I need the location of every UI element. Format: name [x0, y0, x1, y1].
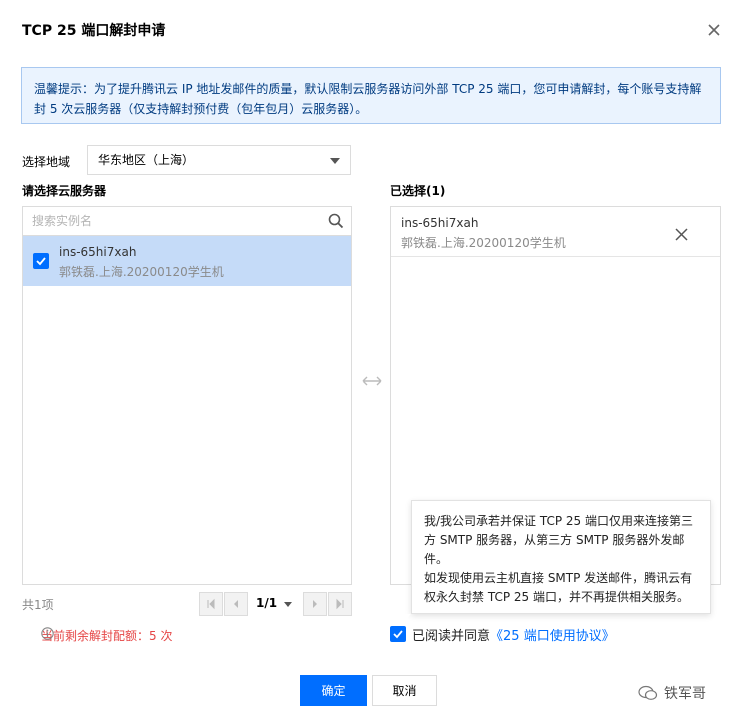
- info-icon: [41, 627, 54, 640]
- pagination: 1/1: [199, 592, 352, 616]
- chevron-down-icon[interactable]: [284, 602, 292, 607]
- server-list-label: 请选择云服务器: [22, 184, 107, 198]
- quota-info: 当前剩余解封配额：5 次: [22, 627, 172, 644]
- dialog-title: TCP 25 端口解封申请: [22, 23, 166, 39]
- region-label: 选择地域: [22, 155, 71, 169]
- server-list-panel: ins-65hi7xah 郭铁磊.上海.20200120学生机: [22, 206, 352, 585]
- tooltip-line-1: 我/我公司承若并保证 TCP 25 端口仅用来连接第三方 SMTP 服务器，从第…: [424, 514, 693, 566]
- close-icon[interactable]: [704, 20, 724, 40]
- server-list-item[interactable]: ins-65hi7xah 郭铁磊.上海.20200120学生机: [23, 236, 351, 286]
- search-input[interactable]: [23, 207, 313, 234]
- watermark-text: 铁军哥: [664, 686, 706, 702]
- total-count: 共1项: [22, 598, 54, 612]
- confirm-button[interactable]: 确定: [300, 675, 367, 706]
- server-checkbox[interactable]: [33, 253, 49, 269]
- agreement-tooltip: 我/我公司承若并保证 TCP 25 端口仅用来连接第三方 SMTP 服务器，从第…: [411, 500, 711, 614]
- prev-page-button[interactable]: [224, 592, 248, 616]
- server-alias: 郭铁磊.上海.20200120学生机: [59, 265, 224, 279]
- notice-banner: 温馨提示：为了提升腾讯云 IP 地址发邮件的质量，默认限制云服务器访问外部 TC…: [21, 67, 721, 124]
- first-page-button[interactable]: [199, 592, 223, 616]
- search-box: [23, 207, 351, 236]
- last-page-button[interactable]: [328, 592, 352, 616]
- cancel-button[interactable]: 取消: [372, 675, 437, 706]
- selected-list-label: 已选择(1): [390, 184, 446, 198]
- region-value: 华东地区（上海）: [98, 153, 195, 167]
- selected-list-item: ins-65hi7xah 郭铁磊.上海.20200120学生机: [391, 207, 720, 257]
- selected-server-alias: 郭铁磊.上海.20200120学生机: [401, 236, 566, 250]
- agreement-checkbox[interactable]: [390, 626, 406, 642]
- server-name: ins-65hi7xah: [59, 245, 137, 259]
- tooltip-line-2: 如发现使用云主机直接 SMTP 发送邮件，腾讯云有权永久封禁 TCP 25 端口…: [424, 571, 693, 604]
- transfer-arrows-icon: [361, 373, 383, 387]
- page-indicator[interactable]: 1/1: [256, 596, 277, 610]
- quota-text: 当前剩余解封配额：5 次: [41, 629, 173, 643]
- region-select[interactable]: 华东地区（上海）: [87, 145, 351, 175]
- agreement-link[interactable]: 《25 端口使用协议》: [490, 629, 615, 644]
- chevron-down-icon: [330, 158, 340, 164]
- tooltip-arrow: [397, 614, 411, 621]
- wechat-icon: [638, 685, 658, 701]
- close-icon[interactable]: [675, 226, 688, 241]
- next-page-button[interactable]: [303, 592, 327, 616]
- selected-server-name: ins-65hi7xah: [401, 216, 479, 230]
- search-icon[interactable]: [328, 213, 344, 229]
- agreement-prefix: 已阅读并同意: [412, 629, 491, 644]
